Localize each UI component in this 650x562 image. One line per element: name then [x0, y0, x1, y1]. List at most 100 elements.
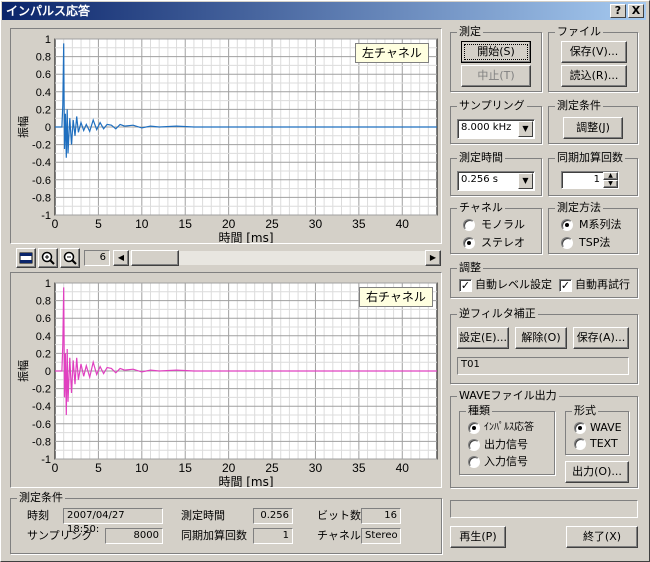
left-chart-frame: 1 0.8 0.6 0.4 0.2 0 -0.2 -0.4 -0.6 -0.8 -1 0 5 10 15 20…	[10, 28, 442, 245]
chevron-down-icon[interactable]: ▼	[518, 173, 533, 189]
help-button[interactable]: ?	[610, 4, 626, 18]
fit-icon[interactable]	[16, 248, 36, 268]
summary-sampling-label: サンプリング	[27, 529, 93, 542]
kind-output-radio[interactable]	[468, 439, 480, 451]
method-mseq-radio[interactable]	[561, 219, 573, 231]
zoom-out-icon[interactable]	[60, 248, 80, 268]
format-text-radio[interactable]	[574, 438, 586, 450]
right-channel-label: 右チャネル	[359, 287, 433, 307]
wave-kind-group-label: 種類	[466, 404, 492, 418]
wave-output-group: WAVEファイル出力 種類 ｲﾝﾊﾟﾙｽ応答 出力信号 入力信号 形式 WAVE…	[450, 389, 638, 488]
summary-mtime-label: 測定時間	[181, 509, 225, 522]
y-tick-label: 0.6	[36, 69, 51, 81]
y-tick-label: -1	[41, 454, 51, 466]
channel-stereo-radio[interactable]	[463, 237, 475, 249]
summary-time-value: 2007/04/27 18:50:	[63, 508, 163, 535]
filter-set-button[interactable]: 設定(E)...	[457, 327, 509, 349]
channel-mono-label: モノラル	[481, 218, 525, 231]
file-group-label: ファイル	[555, 25, 603, 39]
wave-output-button[interactable]: 出力(O)...	[565, 461, 629, 483]
start-button[interactable]: 開始(S)	[461, 41, 531, 63]
format-text-label: TEXT	[590, 437, 618, 450]
sync-add-spinner[interactable]: 1 ▲ ▼	[561, 171, 619, 189]
x-axis-label: 時間 [ms]	[218, 231, 273, 243]
left-channel-label: 左チャネル	[355, 43, 429, 63]
kind-impulse-label: ｲﾝﾊﾟﾙｽ応答	[484, 422, 534, 433]
y-tick-label: 1	[45, 34, 51, 46]
y-tick-label: 1	[45, 278, 51, 290]
wave-format-group-label: 形式	[572, 404, 598, 418]
play-button[interactable]: 再生(P)	[450, 526, 506, 548]
x-tick-label: 40	[396, 461, 410, 475]
x-tick-label: 5	[95, 217, 102, 231]
channel-mono-radio[interactable]	[463, 219, 475, 231]
window-title: インパルス応答	[6, 4, 91, 18]
scroll-right-icon[interactable]: ▶	[425, 250, 441, 266]
x-tick-label: 30	[309, 461, 323, 475]
x-tick-label: 15	[179, 217, 193, 231]
stop-button[interactable]: 中止(T)	[461, 65, 531, 87]
summary-sync-value: 1	[253, 528, 293, 544]
conditions-group-label: 測定条件	[555, 99, 603, 113]
scroll-left-icon[interactable]: ◀	[113, 250, 129, 266]
title-bar: インパルス応答 ? X	[2, 2, 646, 20]
y-tick-label: -0.6	[32, 419, 51, 431]
format-wave-radio[interactable]	[574, 422, 586, 434]
y-tick-label: -0.4	[32, 157, 51, 169]
file-load-button[interactable]: 読込(R)...	[561, 65, 627, 87]
y-tick-label: -1	[41, 210, 51, 222]
sampling-group: サンプリング 8.000 kHz ▼	[450, 99, 542, 144]
zoom-in-icon[interactable]	[38, 248, 58, 268]
y-tick-label: 0.8	[36, 52, 51, 64]
inverse-filter-group: 逆フィルタ補正 設定(E)... 解除(O) 保存(A)... T01	[450, 307, 638, 384]
close-button[interactable]: X	[628, 4, 644, 18]
method-tsp-radio[interactable]	[561, 237, 573, 249]
summary-sync-label: 同期加算回数	[181, 529, 247, 542]
right-chart-frame: 1 0.8 0.6 0.4 0.2 0 -0.2 -0.4 -0.6 -0.8 -1 0 5 10 15 20…	[10, 272, 442, 489]
y-tick-label: 0.2	[36, 348, 51, 360]
sampling-combo[interactable]: 8.000 kHz ▼	[457, 119, 535, 139]
channel-stereo-label: ステレオ	[481, 236, 525, 249]
adjust-conditions-button[interactable]: 調整(J)	[563, 117, 623, 139]
y-tick-label: -0.8	[32, 192, 51, 204]
x-tick-label: 25	[265, 461, 279, 475]
chart-toolbar: 6 ◀ ▶	[14, 248, 442, 268]
y-tick-label: -0.2	[32, 140, 51, 152]
spin-down-icon[interactable]: ▼	[603, 180, 618, 188]
filter-save-button[interactable]: 保存(A)...	[573, 327, 629, 349]
spin-up-icon[interactable]: ▲	[603, 172, 618, 180]
scroll-thumb[interactable]	[131, 250, 179, 266]
exit-button[interactable]: 終了(X)	[566, 526, 638, 548]
spinner-arrows[interactable]: ▲ ▼	[603, 172, 618, 188]
auto-level-checkbox[interactable]: ✓	[459, 279, 472, 292]
y-tick-label: -0.2	[32, 384, 51, 396]
kind-impulse-radio[interactable]	[468, 422, 480, 434]
wave-output-group-label: WAVEファイル出力	[457, 389, 559, 403]
summary-bits-label: ビット数	[317, 509, 361, 522]
file-save-button[interactable]: 保存(V)...	[561, 41, 627, 63]
measure-group: 測定 開始(S) 中止(T)	[450, 25, 542, 92]
filter-release-button[interactable]: 解除(O)	[515, 327, 567, 349]
inverse-filter-group-label: 逆フィルタ補正	[457, 307, 538, 321]
x-tick-label: 0	[52, 217, 59, 231]
y-tick-label: 0	[45, 122, 51, 134]
x-tick-label: 35	[352, 217, 366, 231]
kind-input-radio[interactable]	[468, 456, 480, 468]
format-wave-label: WAVE	[590, 421, 622, 434]
horizontal-scrollbar[interactable]: ◀ ▶	[112, 250, 442, 266]
y-axis-label: 振幅	[16, 116, 30, 138]
x-tick-label: 10	[135, 217, 149, 231]
method-tsp-label: TSP法	[579, 236, 611, 249]
chevron-down-icon[interactable]: ▼	[518, 121, 533, 137]
x-tick-label: 25	[265, 217, 279, 231]
summary-sampling-value: 8000	[105, 528, 163, 544]
y-tick-label: 0.8	[36, 296, 51, 308]
y-tick-label: 0.2	[36, 104, 51, 116]
auto-retry-checkbox[interactable]: ✓	[559, 279, 572, 292]
measure-time-combo[interactable]: 0.256 s ▼	[457, 171, 535, 191]
wave-kind-group: 種類 ｲﾝﾊﾟﾙｽ応答 出力信号 入力信号	[459, 404, 555, 475]
measure-time-group: 測定時間 0.256 s ▼	[450, 151, 542, 196]
sync-add-value: 1	[593, 174, 600, 185]
y-tick-label: -0.4	[32, 401, 51, 413]
measure-time-group-label: 測定時間	[457, 151, 505, 165]
